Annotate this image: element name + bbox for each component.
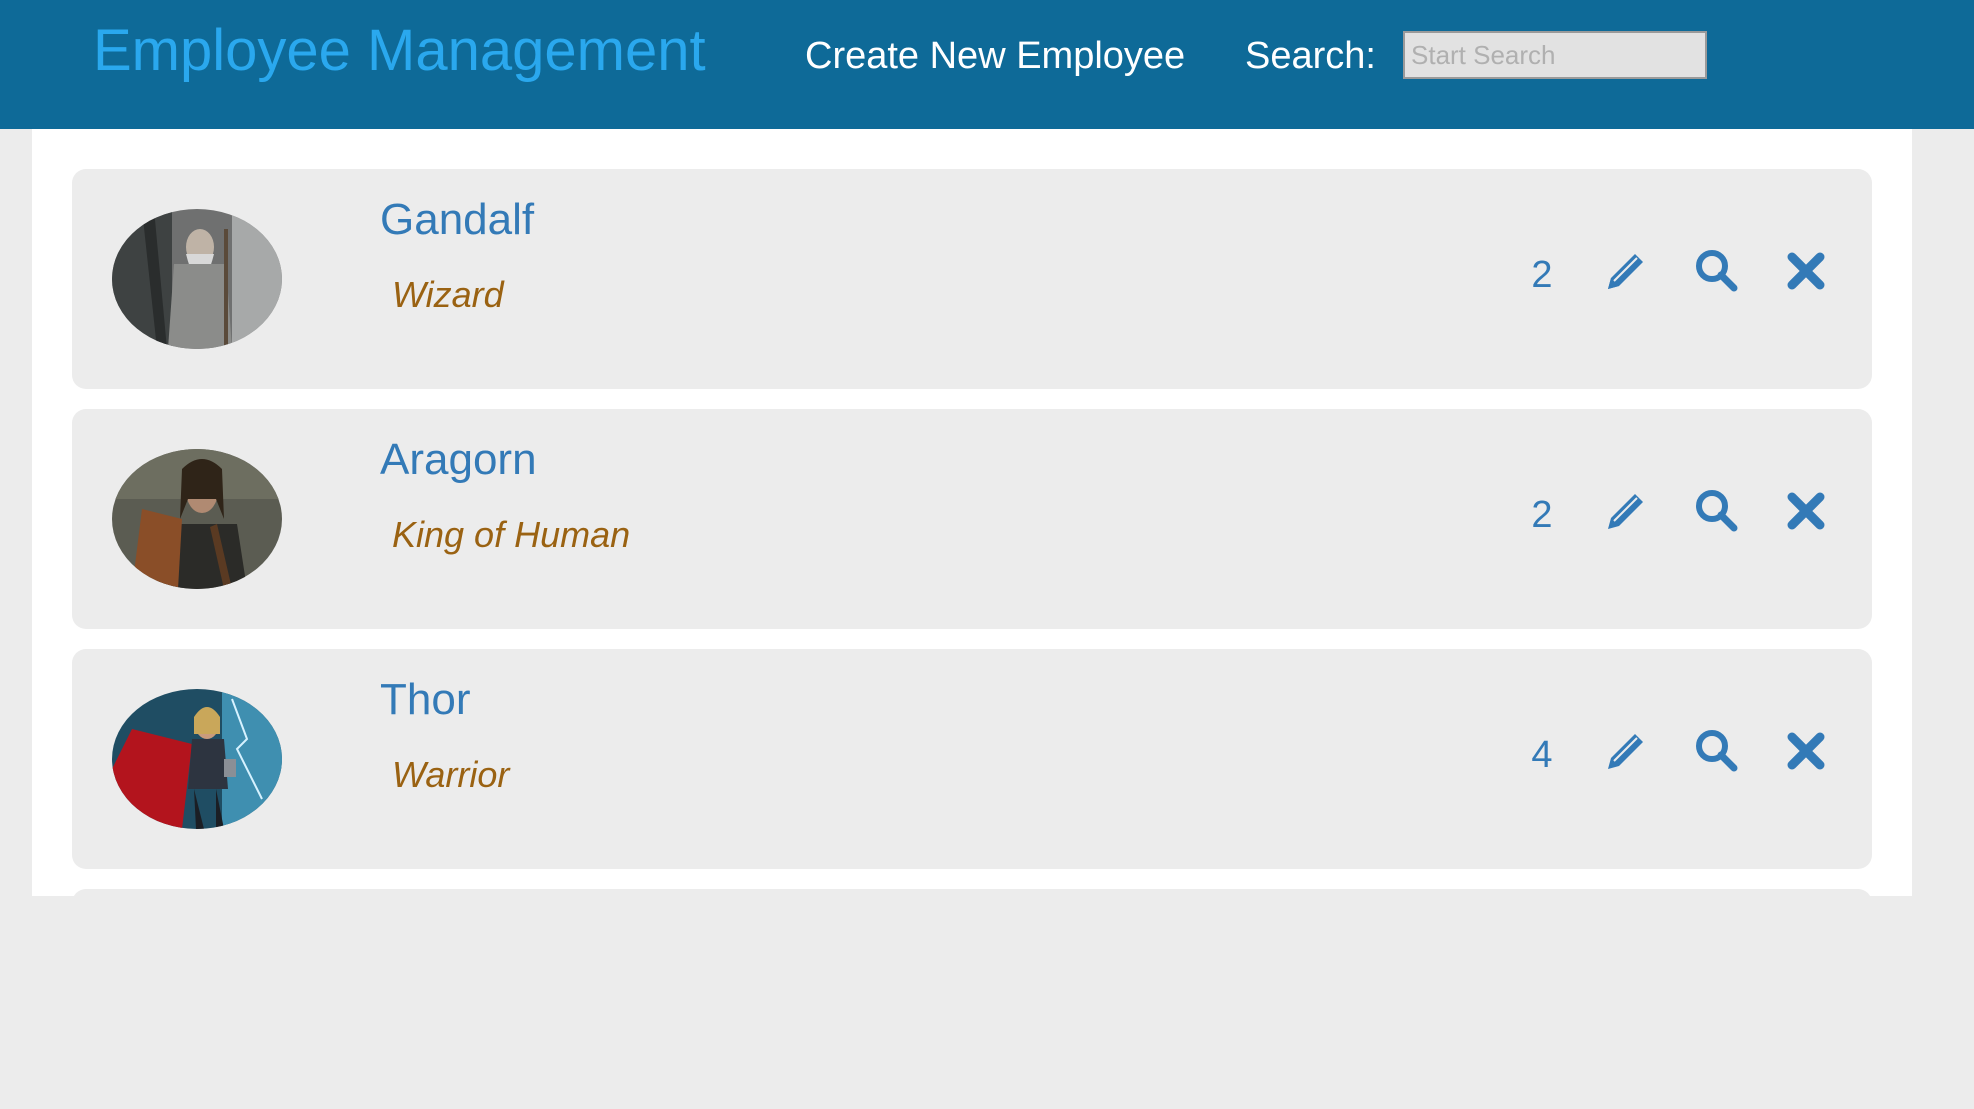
employee-title: Warrior bbox=[392, 754, 510, 795]
employee-count: 4 bbox=[1531, 734, 1553, 776]
app-title[interactable]: Employee Management bbox=[93, 16, 706, 86]
view-button[interactable] bbox=[1692, 247, 1740, 295]
employee-card bbox=[72, 889, 1872, 1109]
pencil-icon bbox=[1608, 734, 1643, 769]
employee-avatar bbox=[112, 689, 282, 829]
view-button[interactable] bbox=[1692, 487, 1740, 535]
view-button[interactable] bbox=[1692, 727, 1740, 775]
aragorn-photo-icon bbox=[112, 449, 282, 589]
search-icon bbox=[1696, 490, 1738, 532]
delete-button[interactable] bbox=[1782, 487, 1830, 535]
close-icon bbox=[1787, 492, 1825, 530]
employee-count: 2 bbox=[1531, 494, 1553, 536]
edit-button[interactable] bbox=[1602, 487, 1650, 535]
employee-title: Wizard bbox=[392, 274, 504, 315]
employee-title: King of Human bbox=[392, 514, 631, 555]
employee-card: Thor Warrior 4 bbox=[72, 649, 1872, 869]
employee-card: Aragorn King of Human 2 bbox=[72, 409, 1872, 629]
navbar: Employee Management Create New Employee … bbox=[0, 0, 1974, 129]
close-icon bbox=[1787, 252, 1825, 290]
search-input[interactable] bbox=[1403, 31, 1707, 79]
pencil-icon bbox=[1608, 254, 1643, 289]
create-employee-link[interactable]: Create New Employee bbox=[805, 32, 1185, 80]
gandalf-photo-icon bbox=[112, 209, 282, 349]
employee-name[interactable]: Gandalf bbox=[380, 193, 534, 247]
employee-count: 2 bbox=[1531, 254, 1553, 296]
employee-name[interactable]: Thor bbox=[380, 673, 470, 727]
employee-list: Gandalf Wizard 2 Aragorn King of Human 2… bbox=[32, 129, 1912, 1109]
edit-button[interactable] bbox=[1602, 727, 1650, 775]
employee-avatar bbox=[112, 209, 282, 349]
employee-card: Gandalf Wizard 2 bbox=[72, 169, 1872, 389]
thor-photo-icon bbox=[112, 689, 282, 829]
close-icon bbox=[1787, 732, 1825, 770]
search-label: Search: bbox=[1245, 35, 1376, 77]
search-icon bbox=[1696, 250, 1738, 292]
employee-avatar bbox=[112, 449, 282, 589]
delete-button[interactable] bbox=[1782, 247, 1830, 295]
pencil-icon bbox=[1608, 494, 1643, 529]
employee-name[interactable]: Aragorn bbox=[380, 433, 537, 487]
delete-button[interactable] bbox=[1782, 727, 1830, 775]
edit-button[interactable] bbox=[1602, 247, 1650, 295]
search-icon bbox=[1696, 730, 1738, 772]
